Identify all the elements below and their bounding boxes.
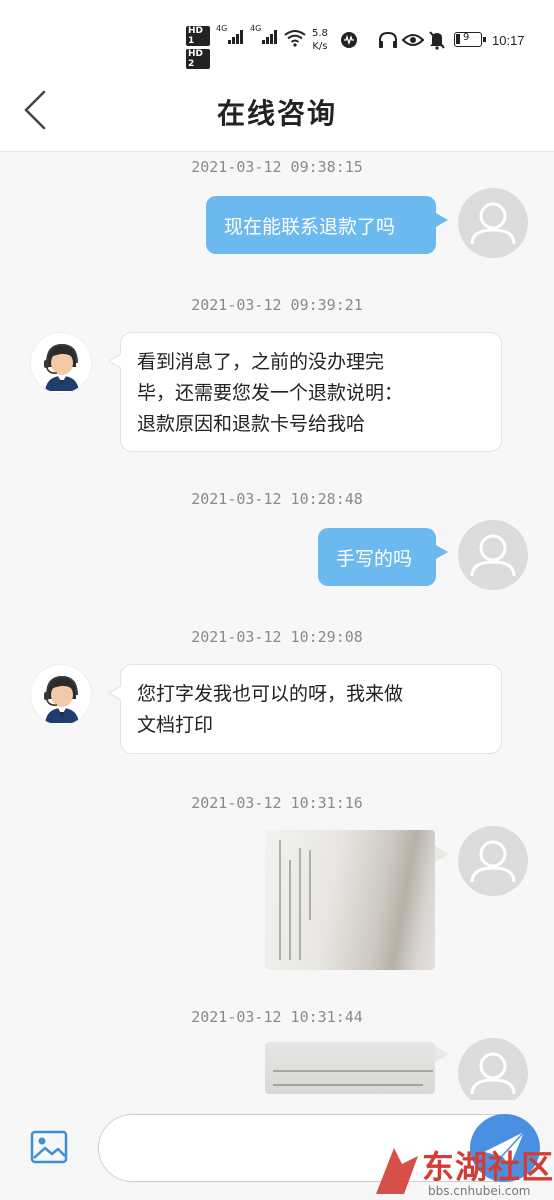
- user-avatar[interactable]: [458, 1038, 528, 1108]
- hd1-badge: HD 1: [186, 26, 210, 46]
- voice-assistant-icon: [341, 32, 357, 48]
- image-message[interactable]: [265, 1042, 435, 1094]
- agent-message-bubble[interactable]: 您打字发我也可以的呀，我来做 文档打印: [108, 664, 502, 754]
- customer-service-agent-icon: [44, 675, 79, 723]
- image-bubble-tail: [435, 846, 449, 862]
- network-speed: 5.8 K/s: [312, 27, 328, 53]
- sim1-network-label: 4G: [216, 24, 228, 33]
- status-bar: HD 1 HD 2 4G 4G 5.8 K/s 9 10:17: [0, 0, 554, 70]
- sim2-network-label: 4G: [250, 24, 262, 33]
- user-avatar[interactable]: [458, 826, 528, 896]
- logo-icon: [376, 1148, 418, 1194]
- watermark-text: 东湖社区: [422, 1148, 554, 1186]
- user-message-bubble[interactable]: 手写的吗: [318, 528, 448, 586]
- signal-icon-2: [262, 28, 280, 44]
- signal-icon: [228, 28, 246, 44]
- user-silhouette-icon: [470, 840, 516, 883]
- forum-watermark: 东湖社区 bbs.cnhubei.com: [372, 1142, 554, 1200]
- user-silhouette-icon: [470, 1052, 516, 1095]
- user-message-bubble[interactable]: 现在能联系退款了吗: [206, 196, 448, 254]
- clock: 10:17: [492, 33, 525, 48]
- agent-avatar[interactable]: [30, 332, 92, 394]
- agent-avatar[interactable]: [30, 664, 92, 726]
- user-silhouette-icon: [470, 202, 516, 245]
- eye-comfort-icon: [402, 34, 424, 46]
- battery-icon: 9: [454, 32, 486, 47]
- hd2-badge: HD 2: [186, 49, 210, 69]
- message-text-line: 毕，还需要您发一个退款说明：: [137, 382, 404, 404]
- user-silhouette-icon: [470, 534, 516, 577]
- customer-service-agent-icon: [44, 343, 79, 391]
- battery-level: 9: [463, 32, 470, 43]
- message-text-line: 您打字发我也可以的呀，我来做: [137, 683, 404, 705]
- user-avatar[interactable]: [458, 188, 528, 258]
- message-timestamp: 2021-03-12 10:28:48: [191, 490, 363, 508]
- speed-unit: K/s: [312, 41, 328, 52]
- mute-icon: [429, 31, 445, 50]
- app-header: 在线咨询: [0, 70, 554, 152]
- image-bubble-tail: [435, 1046, 449, 1062]
- hd-indicator: HD 1 HD 2: [186, 26, 210, 72]
- send-image-button[interactable]: [30, 1130, 68, 1164]
- watermark-url: bbs.cnhubei.com: [428, 1184, 531, 1198]
- wifi-icon: [284, 30, 306, 47]
- message-timestamp: 2021-03-12 10:29:08: [191, 628, 363, 646]
- message-text-line: 看到消息了，之前的没办理完: [137, 351, 385, 373]
- speed-value: 5.8: [312, 28, 328, 39]
- agent-message-bubble[interactable]: 看到消息了，之前的没办理完 毕，还需要您发一个退款说明： 退款原因和退款卡号给我…: [108, 332, 502, 452]
- image-icon: [30, 1130, 68, 1164]
- message-timestamp: 2021-03-12 09:38:15: [191, 158, 363, 176]
- message-timestamp: 2021-03-12 10:31:16: [191, 794, 363, 812]
- message-timestamp: 2021-03-12 09:39:21: [191, 296, 363, 314]
- message-timestamp: 2021-03-12 10:31:44: [191, 1008, 363, 1026]
- message-text: 现在能联系退款了吗: [224, 215, 396, 238]
- message-text-line: 退款原因和退款卡号给我哈: [137, 413, 366, 435]
- image-message[interactable]: [265, 830, 435, 970]
- page-title: 在线咨询: [216, 97, 337, 130]
- message-text: 手写的吗: [336, 547, 413, 570]
- message-text-line: 文档打印: [137, 714, 214, 736]
- user-avatar[interactable]: [458, 520, 528, 590]
- headphones-icon: [379, 31, 397, 48]
